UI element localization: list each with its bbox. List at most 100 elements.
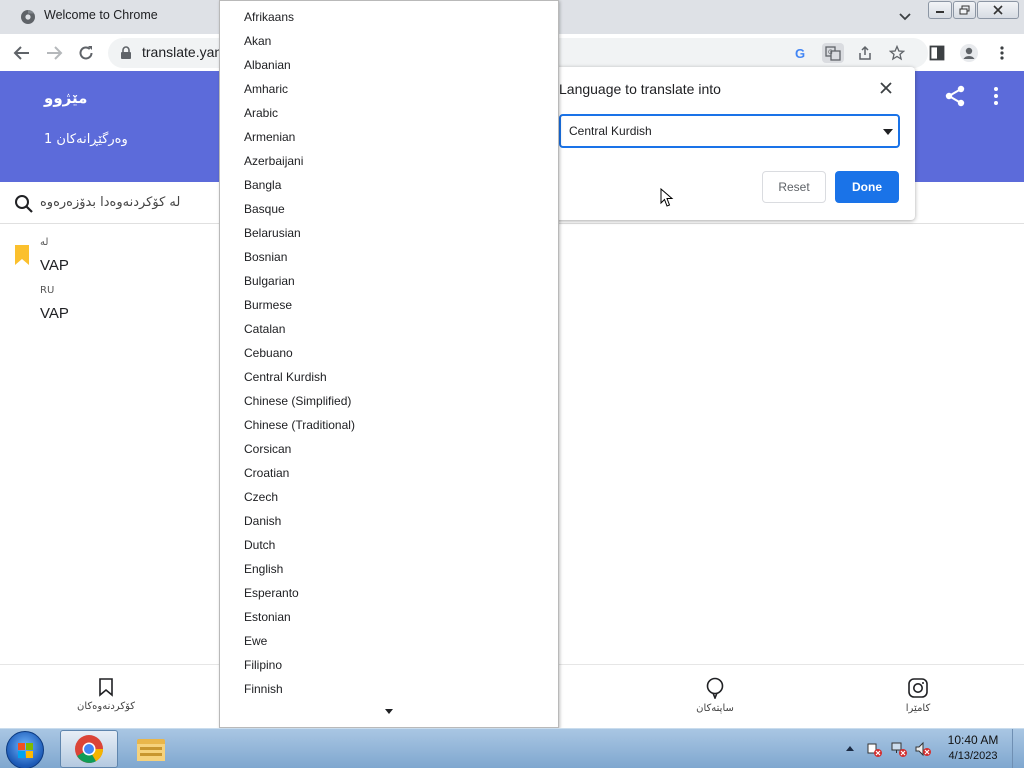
nav-label: کامێرا (905, 703, 931, 714)
language-option[interactable]: Dutch (220, 533, 558, 557)
profile-button[interactable] (958, 42, 980, 64)
language-option[interactable]: Croatian (220, 461, 558, 485)
nav-camera[interactable]: کامێرا (873, 677, 963, 714)
window-controls (928, 1, 1020, 19)
more-vertical-icon (1000, 46, 1004, 60)
translate-icon: G (825, 46, 841, 61)
language-option[interactable]: Basque (220, 197, 558, 221)
language-option[interactable]: Corsican (220, 437, 558, 461)
language-option[interactable]: Armenian (220, 125, 558, 149)
scroll-down-arrow-icon[interactable] (385, 709, 393, 715)
svg-text:G: G (828, 49, 833, 56)
language-option[interactable]: Danish (220, 509, 558, 533)
language-option[interactable]: Cebuano (220, 341, 558, 365)
reload-icon (79, 46, 93, 60)
forward-arrow-icon (47, 46, 63, 60)
close-icon[interactable] (878, 80, 894, 96)
language-option[interactable]: Chinese (Traditional) (220, 413, 558, 437)
chrome-welcome-icon (21, 9, 35, 24)
forward-button[interactable] (43, 42, 65, 64)
network-icon[interactable] (891, 741, 907, 757)
bookmark-filled-icon[interactable] (14, 245, 30, 265)
language-option[interactable]: Belarusian (220, 221, 558, 245)
clock-time[interactable]: 10:40 AM (940, 733, 1006, 747)
target-text[interactable]: VAP (40, 305, 69, 322)
google-icon: G (795, 46, 805, 60)
language-option[interactable]: Finnish (220, 677, 558, 701)
svg-text:G: G (795, 46, 805, 60)
selected-language: Central Kurdish (569, 124, 652, 138)
url-text[interactable]: translate.yan (142, 44, 222, 60)
action-center-icon[interactable] (866, 741, 882, 757)
language-option[interactable]: Catalan (220, 317, 558, 341)
chat-bubble-icon (706, 677, 724, 699)
language-option[interactable]: Filipino (220, 653, 558, 677)
close-icon (993, 5, 1003, 15)
start-button[interactable] (6, 731, 44, 768)
language-option[interactable]: Ewe (220, 629, 558, 653)
language-option[interactable]: Albanian (220, 53, 558, 77)
reload-button[interactable] (75, 42, 97, 64)
language-option[interactable]: Chinese (Simplified) (220, 389, 558, 413)
tab-search-chevron-icon[interactable] (897, 10, 913, 24)
language-option[interactable]: Azerbaijani (220, 149, 558, 173)
minimize-button[interactable] (928, 1, 952, 19)
volume-muted-icon[interactable] (915, 741, 931, 757)
language-option[interactable]: Afrikaans (220, 5, 558, 29)
language-option[interactable]: Central Kurdish (220, 365, 558, 389)
search-input[interactable]: لە کۆکردنەوەدا بدۆزەرەوە (40, 195, 180, 210)
nav-sites[interactable]: ساپتەکان (670, 677, 760, 714)
chrome-menu-button[interactable] (991, 42, 1013, 64)
show-hidden-icons-icon[interactable] (845, 744, 855, 752)
source-language: لە (40, 237, 49, 248)
window-close-button[interactable] (977, 1, 1019, 19)
star-icon (889, 45, 905, 61)
nav-label: ساپتەکان (696, 703, 734, 714)
taskbar-chrome[interactable] (60, 730, 118, 768)
back-arrow-icon (13, 46, 29, 60)
language-option[interactable]: English (220, 557, 558, 581)
windows-logo-icon (18, 743, 33, 758)
page-title: مێژوو (44, 89, 88, 107)
camera-icon (908, 678, 928, 698)
google-lens-button[interactable]: G (790, 43, 812, 63)
language-option[interactable]: Amharic (220, 77, 558, 101)
language-options: Afrikaans Akan Albanian Amharic Arabic Armeni… (220, 5, 558, 701)
show-desktop-button[interactable] (1012, 729, 1024, 768)
language-option[interactable]: Bulgarian (220, 269, 558, 293)
restore-button[interactable] (952, 1, 977, 19)
language-option[interactable]: Burmese (220, 293, 558, 317)
nav-label: کۆکردنەوەکان (76, 701, 136, 712)
language-option[interactable]: Bangla (220, 173, 558, 197)
windows-taskbar: 10:40 AM 4/13/2023 (0, 728, 1024, 768)
clock-date[interactable]: 4/13/2023 (940, 750, 1006, 762)
language-option[interactable]: Esperanto (220, 581, 558, 605)
nav-collections[interactable]: کۆکردنەوەکان (61, 677, 151, 712)
language-option[interactable]: Estonian (220, 605, 558, 629)
language-option[interactable]: Czech (220, 485, 558, 509)
share-nodes-icon[interactable] (944, 85, 966, 107)
language-option[interactable]: Akan (220, 29, 558, 53)
bubble-title: Language to translate into (559, 81, 721, 97)
reset-button[interactable]: Reset (762, 171, 826, 203)
language-dropdown-list[interactable]: Afrikaans Akan Albanian Amharic Arabic Armeni… (219, 0, 559, 728)
language-option[interactable]: Arabic (220, 101, 558, 125)
chrome-logo-icon (75, 735, 104, 763)
share-page-button[interactable] (854, 43, 876, 63)
share-icon (859, 45, 871, 60)
folder-icon (137, 739, 165, 761)
side-panel-button[interactable] (926, 42, 948, 64)
language-option[interactable]: Bosnian (220, 245, 558, 269)
tab-title[interactable]: Welcome to Chrome (44, 8, 158, 22)
translations-count: 1 وەرگێڕانەکان (44, 132, 128, 147)
bookmark-star-button[interactable] (886, 43, 908, 63)
dropdown-arrow-icon (883, 129, 893, 135)
translate-page-button[interactable]: G (822, 43, 844, 63)
source-text[interactable]: VAP (40, 257, 69, 274)
target-language-select[interactable]: Central Kurdish (559, 114, 900, 207)
taskbar-file-explorer[interactable] (122, 730, 180, 768)
back-button[interactable] (11, 42, 33, 64)
lock-icon[interactable] (120, 46, 132, 60)
more-vertical-icon[interactable] (988, 85, 1004, 107)
done-button[interactable]: Done (835, 171, 899, 203)
